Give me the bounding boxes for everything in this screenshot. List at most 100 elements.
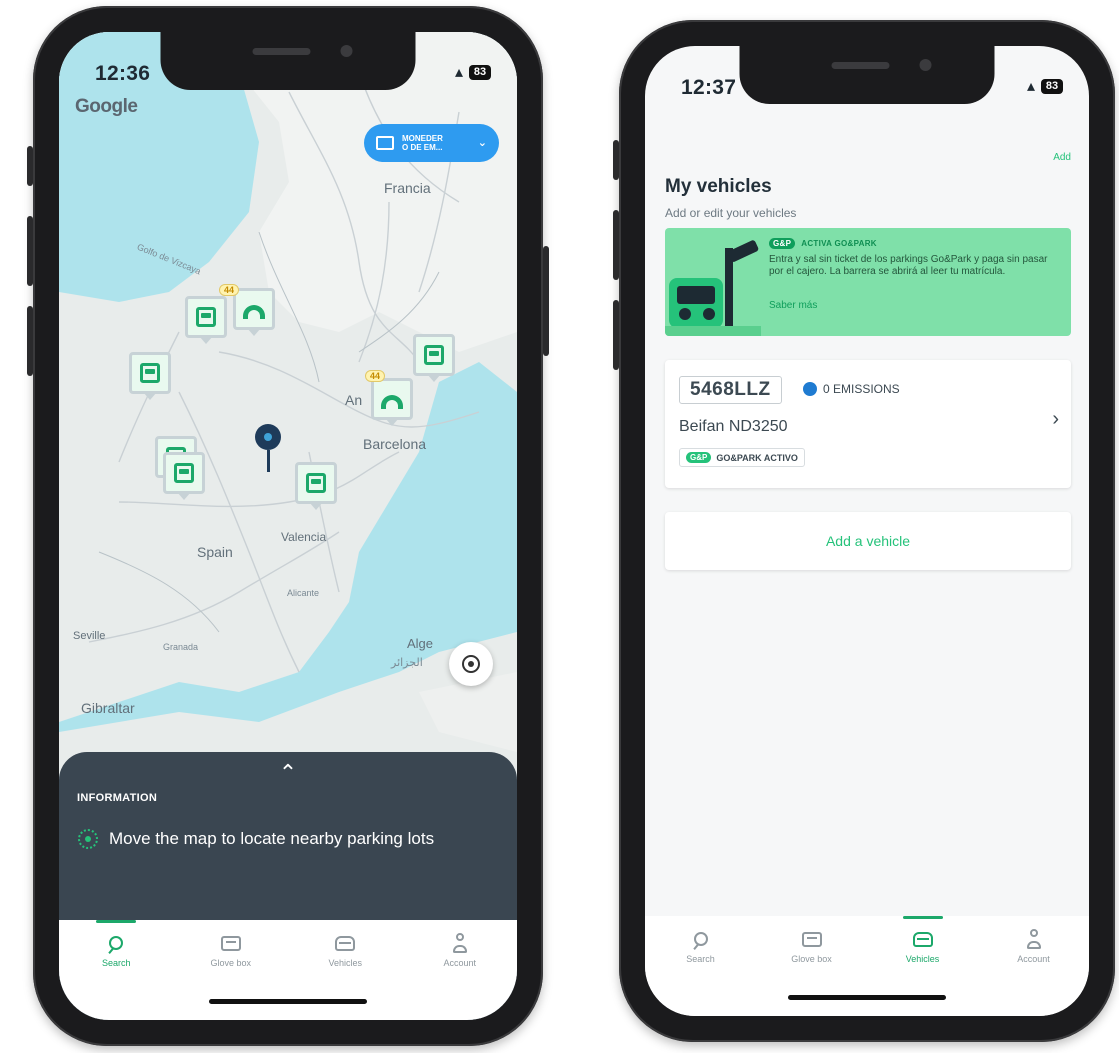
tab-account[interactable]: Account	[978, 916, 1089, 976]
parking-icon	[140, 363, 160, 383]
go-park-status-badge: G&P GO&PARK ACTIVO	[679, 448, 805, 467]
page-subtitle: Add or edit your vehicles	[665, 206, 797, 220]
locate-me-button[interactable]	[449, 642, 493, 686]
tab-glove-box[interactable]: Glove box	[174, 920, 289, 980]
power-button	[543, 246, 549, 356]
notch	[739, 46, 995, 104]
tab-label: Vehicles	[328, 958, 363, 968]
map-label-alicante: Alicante	[287, 588, 320, 598]
map-label-granada: Granada	[163, 642, 199, 652]
parking-marker[interactable]	[163, 452, 205, 494]
mute-switch	[27, 146, 33, 186]
tab-search[interactable]: Search	[645, 916, 756, 976]
go-park-promo-banner[interactable]: G&P ACTIVA GO&PARK Entra y sal sin ticke…	[665, 228, 1071, 336]
parking-icon	[174, 463, 194, 483]
promo-tag-label: ACTIVA GO&PARK	[801, 239, 877, 248]
volume-down-button	[27, 306, 33, 376]
home-indicator[interactable]	[788, 995, 946, 1000]
emissions-label: 0 EMISSIONS	[803, 382, 900, 396]
tab-label: Search	[686, 954, 715, 964]
tab-bar: Search Glove box Vehicles Account	[59, 920, 517, 1020]
tab-label: Account	[1017, 954, 1050, 964]
information-title: INFORMATION	[77, 792, 158, 804]
vehicles-screen: 12:37 ▴ 83 Add My vehicles Add or edit y…	[645, 46, 1089, 1016]
filter-chip-label: MONEDER O DE EM...	[402, 134, 443, 152]
vehicle-card[interactable]: 5468LLZ 0 EMISSIONS Beifan ND3250 G&P GO…	[665, 360, 1071, 488]
car-icon	[912, 931, 933, 947]
emissions-text: 0 EMISSIONS	[823, 382, 900, 396]
information-message-row: Move the map to locate nearby parking lo…	[77, 828, 434, 850]
promo-tag: G&P ACTIVA GO&PARK	[769, 238, 877, 249]
go-park-logo-badge: G&P	[686, 452, 712, 463]
home-indicator[interactable]	[209, 999, 367, 1004]
chevron-right-icon: ›	[1052, 408, 1059, 430]
information-message: Move the map to locate nearby parking lo…	[109, 829, 435, 848]
parking-marker[interactable]	[233, 288, 275, 330]
phone-frame-map: 12:36 ▴ 83 Google MONEDER O DE EM... ⌄ F…	[27, 6, 549, 1046]
tab-bar: Search Glove box Vehicles Account	[645, 916, 1089, 1016]
search-icon	[693, 932, 708, 946]
filter-chip-line1: MONEDER	[402, 134, 443, 143]
tab-search[interactable]: Search	[59, 920, 174, 980]
parking-barrier-illustration	[665, 240, 761, 336]
parking-marker[interactable]	[129, 352, 171, 394]
user-icon	[1026, 929, 1041, 949]
marker-count-badge: 44	[219, 284, 240, 296]
wifi-icon: ▴	[1026, 78, 1035, 95]
parking-icon	[424, 345, 444, 365]
marker-count-badge: 44	[365, 370, 386, 382]
wallet-icon	[376, 136, 394, 150]
chevron-up-icon[interactable]: ⌃	[279, 762, 297, 784]
wifi-icon: ▴	[454, 64, 463, 81]
vehicle-model: Beifan ND3250	[679, 418, 788, 435]
tab-glove-box[interactable]: Glove box	[756, 916, 867, 976]
crosshair-icon	[462, 655, 480, 673]
page-title: My vehicles	[665, 176, 772, 197]
tab-vehicles[interactable]: Vehicles	[867, 916, 978, 976]
parking-marker[interactable]	[371, 378, 413, 420]
map-label-seville: Seville	[73, 630, 106, 642]
status-icons: ▴ 83	[455, 62, 491, 82]
tab-vehicles[interactable]: Vehicles	[288, 920, 403, 980]
go-park-status-text: GO&PARK ACTIVO	[716, 452, 798, 463]
status-time: 12:36	[95, 62, 151, 85]
tab-label: Glove box	[210, 958, 252, 968]
user-icon	[452, 933, 467, 953]
battery-icon: 83	[469, 64, 491, 80]
glove-box-icon	[801, 931, 822, 947]
tab-account[interactable]: Account	[403, 920, 518, 980]
parking-gauge-icon	[243, 305, 265, 319]
filter-chip-line2: O DE EM...	[402, 143, 443, 152]
mute-switch	[613, 140, 619, 180]
parking-marker[interactable]	[413, 334, 455, 376]
add-vehicle-button[interactable]: Add a vehicle	[665, 512, 1071, 570]
add-link[interactable]: Add	[1053, 152, 1071, 163]
status-icons: ▴ 83	[1027, 76, 1063, 96]
car-icon	[335, 935, 356, 951]
battery-icon: 83	[1041, 78, 1063, 94]
emissions-dot-icon	[803, 382, 817, 396]
parking-icon	[306, 473, 326, 493]
map-label-algiers: Alge	[407, 636, 434, 651]
tab-label: Account	[443, 958, 477, 968]
payment-filter-chip[interactable]: MONEDER O DE EM... ⌄	[364, 124, 499, 162]
license-plate: 5468LLZ	[679, 376, 782, 404]
tab-label: Glove box	[791, 954, 832, 964]
map-label-spain: Spain	[197, 544, 233, 560]
search-icon	[109, 936, 124, 950]
move-map-icon	[77, 828, 99, 850]
parking-marker[interactable]	[185, 296, 227, 338]
parking-marker[interactable]	[295, 462, 337, 504]
glove-box-icon	[220, 935, 241, 951]
map-label-algiers-ar: الجزائر	[391, 657, 423, 669]
promo-learn-more-link[interactable]: Saber más	[769, 300, 817, 311]
parking-gauge-icon	[381, 395, 403, 409]
notch	[160, 32, 416, 90]
map-label-andorra: An	[345, 392, 363, 408]
map-label-barcelona: Barcelona	[363, 436, 427, 452]
map-screen: 12:36 ▴ 83 Google MONEDER O DE EM... ⌄ F…	[59, 32, 517, 1020]
status-time: 12:37	[681, 76, 737, 99]
phone-frame-vehicles: 12:37 ▴ 83 Add My vehicles Add or edit y…	[613, 20, 1115, 1042]
google-logo: Google	[75, 96, 138, 117]
chevron-down-icon: ⌄	[477, 136, 487, 149]
